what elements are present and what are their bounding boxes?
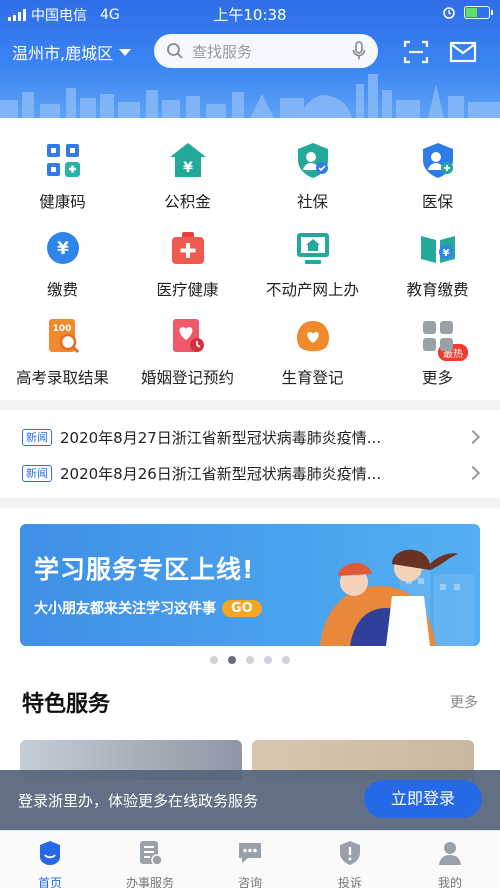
housing-fund-icon: ¥ [169,143,206,177]
news-tag: 新闻 [22,428,52,446]
city-selector[interactable]: 温州市,鹿城区 [12,40,132,64]
tab-label: 办事服务 [125,876,174,888]
medical-health-icon [171,232,204,264]
svg-text:100: 100 [52,324,71,334]
service-social-security[interactable]: 社保 [250,140,375,212]
medical-insurance-icon [422,143,453,178]
tab-label: 咨询 [237,876,262,888]
login-prompt-text: 登录浙里办，体验更多在线政务服务 [18,792,259,810]
chat-bubble-icon [239,843,261,863]
tab-consult[interactable]: 咨询 [200,831,300,888]
social-security-icon [297,143,328,178]
banner-title: 学习服务专区上线! [34,555,255,584]
service-education-fee[interactable]: ¥ 教育缴费 [375,228,500,300]
carousel-dot[interactable] [246,656,254,664]
main-content: 学习服务专区上线! 大小朋友都来关注学习这件事 GO 特色服务 更多 [0,508,500,780]
carousel-dot[interactable] [282,656,290,664]
tab-mine[interactable]: 我的 [400,831,500,888]
service-label: 公积金 [164,193,211,211]
marriage-registration-icon [172,319,204,352]
svg-text:¥: ¥ [442,248,449,259]
status-bar: 中国电信 4G 上午10:38 [0,0,500,26]
header: 中国电信 4G 上午10:38 温州市,鹿城区 查找服务 [0,0,500,118]
service-label: 高考录取结果 [15,369,109,387]
banner-subtitle-text: 大小朋友都来关注学习这件事 [34,601,216,617]
exam-result-icon: 100 [48,319,79,354]
news-title: 2020年8月27日浙江省新型冠状病毒肺炎疫情... [60,428,382,447]
bottom-tab-bar: 首页 办事服务 咨询 投诉 我的 [0,830,500,888]
services-grid: 健康码 ¥ 公积金 社保 医保 ¥ 缴费 医疗健康 不动产网上办 ¥ 教育缴费 … [0,118,500,400]
service-label: 婚姻登记预约 [140,369,234,387]
service-label: 医保 [421,193,453,211]
chevron-right-icon [465,429,481,445]
service-housing-fund[interactable]: ¥ 公积金 [125,140,250,212]
service-real-estate[interactable]: 不动产网上办 [250,228,375,300]
home-icon [40,841,60,865]
svg-text:¥: ¥ [57,239,69,259]
clock: 上午10:38 [213,6,287,24]
city-skyline-illustration [0,74,500,118]
service-label: 不动产网上办 [265,281,359,299]
carousel-dot-active[interactable] [228,656,236,664]
go-button[interactable]: GO [222,599,262,617]
tab-complaint[interactable]: 投诉 [300,831,400,888]
health-code-icon [46,144,80,177]
birth-registration-icon [296,321,329,352]
search-input[interactable]: 查找服务 [192,41,344,62]
search-icon [167,43,183,59]
battery-icon [464,5,493,19]
city-label: 温州市,鹿城区 [12,44,114,63]
featured-section-title: 特色服务 [22,692,111,717]
payment-icon: ¥ [46,232,79,264]
service-label: 生育登记 [281,369,344,387]
tab-label: 我的 [437,876,462,888]
service-label: 更多 [421,369,453,387]
chevron-right-icon [465,465,481,481]
tab-services[interactable]: 办事服务 [100,831,200,888]
scan-icon[interactable] [402,38,430,66]
caret-down-icon [119,48,132,56]
service-exam-result[interactable]: 100 高考录取结果 [0,316,125,388]
tab-label: 投诉 [337,876,362,888]
news-list: 新闻 2020年8月27日浙江省新型冠状病毒肺炎疫情... 新闻 2020年8月… [0,410,500,498]
news-title: 2020年8月26日浙江省新型冠状病毒肺炎疫情... [60,464,382,483]
news-tag: 新闻 [22,464,52,482]
service-label: 医疗健康 [156,281,219,299]
service-birth-registration[interactable]: 生育登记 [250,316,375,388]
service-more[interactable]: 更多 [375,316,500,388]
svg-text:¥: ¥ [183,160,193,176]
service-marriage-registration[interactable]: 婚姻登记预约 [125,316,250,388]
service-label: 健康码 [39,193,86,211]
carousel-dot[interactable] [210,656,218,664]
mail-icon[interactable] [449,38,477,66]
real-estate-icon [296,233,329,264]
more-grid-icon [422,321,453,351]
microphone-icon[interactable] [352,41,366,61]
service-health-code[interactable]: 健康码 [0,140,125,212]
banner-subtitle: 大小朋友都来关注学习这件事 GO [34,598,262,618]
service-label: 缴费 [46,281,78,299]
service-label: 教育缴费 [406,281,469,299]
login-prompt-bar: 登录浙里办，体验更多在线政务服务 立即登录 [0,770,500,830]
service-medical-health[interactable]: 医疗健康 [125,228,250,300]
promo-banner[interactable]: 学习服务专区上线! 大小朋友都来关注学习这件事 GO [20,524,480,646]
alarm-icon [443,7,455,19]
carousel-dot[interactable] [264,656,272,664]
tab-label: 首页 [37,876,62,888]
service-payment[interactable]: ¥ 缴费 [0,228,125,300]
news-item[interactable]: 新闻 2020年8月26日浙江省新型冠状病毒肺炎疫情... [22,458,481,488]
service-medical-insurance[interactable]: 医保 [375,140,500,212]
services-document-icon [140,841,163,866]
tab-home[interactable]: 首页 [0,831,100,888]
featured-more-link[interactable]: 更多 [450,692,478,712]
user-profile-icon [439,842,461,865]
education-fee-icon: ¥ [420,236,455,263]
service-label: 社保 [296,193,328,211]
shield-alert-icon [340,841,360,865]
news-item[interactable]: 新闻 2020年8月27日浙江省新型冠状病毒肺炎疫情... [22,422,481,452]
search-bar[interactable]: 查找服务 [154,34,378,68]
login-button[interactable]: 立即登录 [364,780,482,818]
carousel-indicator [0,656,500,664]
